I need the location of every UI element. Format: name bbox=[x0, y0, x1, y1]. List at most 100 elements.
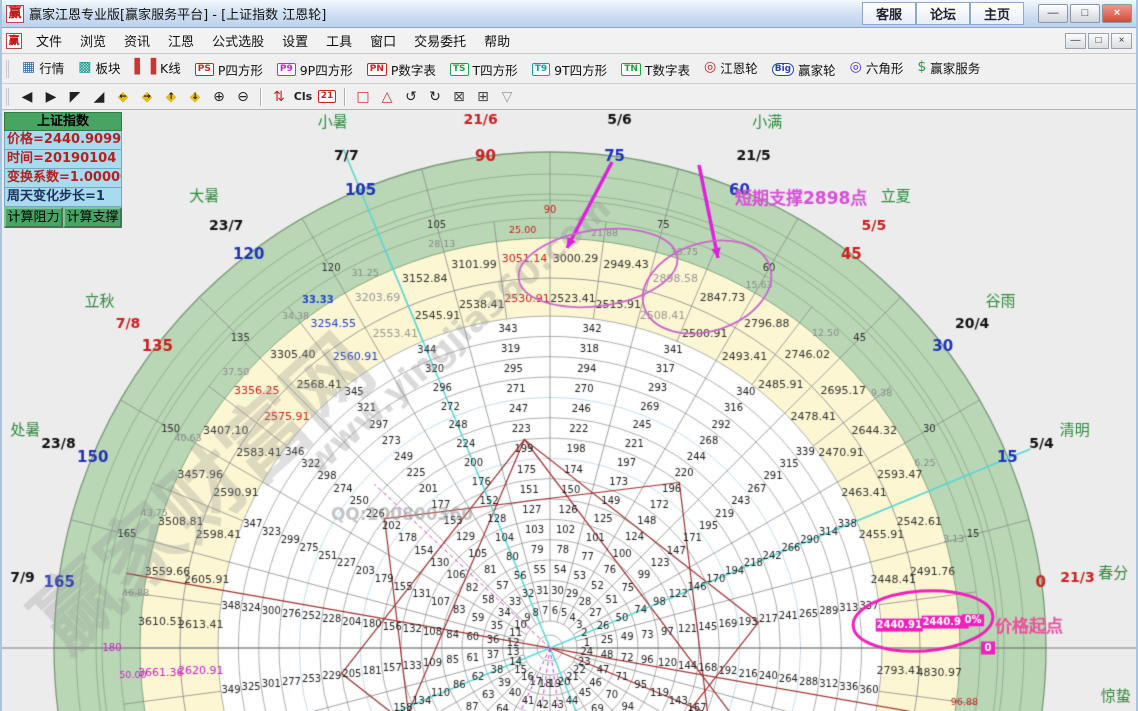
menu-item[interactable]: 浏览 bbox=[71, 32, 115, 53]
t-table-icon: TN bbox=[621, 63, 641, 76]
menu-item[interactable]: 文件 bbox=[27, 32, 71, 53]
9p-square-icon: P9 bbox=[277, 63, 296, 76]
toolbar-separator bbox=[344, 88, 346, 106]
9t-square-icon: T9 bbox=[532, 63, 550, 76]
p-square-button[interactable]: PS P四方形 bbox=[188, 57, 270, 82]
quotes-icon: ▦ bbox=[22, 60, 35, 74]
mdi-close-button[interactable]: × bbox=[1111, 33, 1132, 49]
mdi-minimize-button[interactable]: — bbox=[1065, 33, 1086, 49]
toolbar-label: T数字表 bbox=[645, 60, 690, 79]
rotate-cw-button[interactable]: ↻ bbox=[423, 86, 447, 107]
menu-item[interactable]: 资讯 bbox=[115, 32, 159, 53]
cls-button[interactable]: Cls bbox=[291, 86, 315, 107]
menu-item[interactable]: 工具 bbox=[317, 32, 361, 53]
menu-item[interactable]: 窗口 bbox=[361, 32, 405, 53]
draw-triangle-icon: △ bbox=[382, 90, 393, 104]
toolbar-label: T四方形 bbox=[473, 60, 518, 79]
t-square-icon: TS bbox=[450, 63, 469, 76]
gann-wheel-canvas[interactable] bbox=[2, 110, 1138, 711]
toolbar-label: P四方形 bbox=[218, 60, 263, 79]
9t-square-button[interactable]: T99T四方形 bbox=[525, 57, 615, 82]
toolbar-label: P数字表 bbox=[391, 60, 436, 79]
arrow-glyph: ↑ bbox=[167, 91, 175, 101]
gann-wheel-button[interactable]: ◎ 江恩轮 bbox=[697, 55, 765, 80]
menu-item[interactable]: 交易委托 bbox=[405, 32, 475, 53]
winner-wheel-button[interactable]: Big 赢家轮 bbox=[765, 57, 843, 82]
t-square-button[interactable]: TS T四方形 bbox=[443, 57, 525, 82]
panel-value-row: 变换系数=1.000000 bbox=[4, 169, 122, 188]
quick-button[interactable]: 客服 bbox=[862, 2, 916, 25]
axis-flip-icon: ⇅ bbox=[273, 90, 285, 104]
fit-grid-button[interactable]: ⊞ bbox=[471, 86, 495, 107]
drawing-toolbar: ◀ ▶ ◤ ◢◆←◆→◆↑◆↓ ⊕ ⊖ ⇅ Cls21 □ △ ↺↻⊠ ⊞ ▽ bbox=[2, 84, 1136, 110]
pan-left-button[interactable]: ◆← bbox=[111, 86, 135, 107]
arrow-glyph: ↓ bbox=[191, 91, 199, 101]
calc-resistance-button[interactable]: 计算阻力 bbox=[4, 207, 63, 228]
sectors-button[interactable]: ▩ 板块 bbox=[71, 55, 127, 80]
menu-item[interactable]: 江恩 bbox=[159, 32, 203, 53]
calc-support-button[interactable]: 计算支撑 bbox=[63, 207, 122, 228]
toolbar-label: 行情 bbox=[39, 58, 64, 77]
draw-triangle-button[interactable]: △ bbox=[375, 86, 399, 107]
rotate-ccw-button[interactable]: ↺ bbox=[399, 86, 423, 107]
p-table-button[interactable]: PN P数字表 bbox=[360, 57, 443, 82]
draw-square-button[interactable]: □ bbox=[351, 86, 375, 107]
grid-x-button[interactable]: ⊠ bbox=[447, 86, 471, 107]
pointer-up-icon: ◤ bbox=[70, 90, 81, 104]
quick-button[interactable]: 主页 bbox=[970, 2, 1024, 25]
prev-icon: ◀ bbox=[22, 90, 33, 104]
chart-area: 上证指数 价格=2440.9099时间=20190104变换系数=1.00000… bbox=[2, 110, 1138, 711]
calendar-21-icon: 21 bbox=[318, 90, 337, 103]
zoom-in-icon: ⊕ bbox=[213, 90, 225, 104]
quick-button[interactable]: 论坛 bbox=[916, 2, 970, 25]
toolbar-label: 板块 bbox=[95, 58, 120, 77]
toolbar-separator bbox=[260, 88, 262, 106]
p-table-icon: PN bbox=[367, 63, 387, 76]
pan-up-button[interactable]: ◆↑ bbox=[159, 86, 183, 107]
menu-item[interactable]: 设置 bbox=[273, 32, 317, 53]
toolbar-label: 赢家服务 bbox=[930, 58, 980, 77]
toolbar-handle bbox=[6, 88, 11, 106]
fit-grid-icon: ⊞ bbox=[477, 90, 489, 104]
axis-flip-button[interactable]: ⇅ bbox=[267, 86, 291, 107]
next-button[interactable]: ▶ bbox=[39, 86, 63, 107]
quick-buttons: 客服论坛主页 bbox=[862, 2, 1024, 25]
menu-item[interactable]: 帮助 bbox=[475, 32, 519, 53]
quotes-button[interactable]: ▦ 行情 bbox=[15, 55, 71, 80]
indicator-panel: 上证指数 价格=2440.9099时间=20190104变换系数=1.00000… bbox=[4, 112, 122, 228]
prev-button[interactable]: ◀ bbox=[15, 86, 39, 107]
menu-item[interactable]: 公式选股 bbox=[203, 32, 273, 53]
maximize-button[interactable]: □ bbox=[1070, 4, 1100, 23]
toolbar-label: 赢家轮 bbox=[798, 60, 836, 79]
kline-button[interactable]: ▌▐K线 bbox=[128, 55, 188, 80]
minimize-button[interactable]: — bbox=[1038, 4, 1068, 23]
panel-value-row: 时间=20190104 bbox=[4, 150, 122, 169]
mdi-restore-button[interactable]: □ bbox=[1088, 33, 1109, 49]
gann-wheel-icon: ◎ bbox=[704, 60, 716, 74]
winner-service-button[interactable]: $赢家服务 bbox=[910, 55, 987, 80]
pan-right-button[interactable]: ◆→ bbox=[135, 86, 159, 107]
calendar-21-button[interactable]: 21 bbox=[315, 86, 339, 107]
pointer-up-button[interactable]: ◤ bbox=[63, 86, 87, 107]
toolbar-label: 江恩轮 bbox=[720, 58, 758, 77]
window-title: 赢家江恩专业版[赢家服务平台] - [上证指数 江恩轮] bbox=[29, 4, 326, 23]
sectors-icon: ▩ bbox=[78, 60, 91, 74]
app-logo-icon: 赢 bbox=[6, 5, 24, 23]
9p-square-button[interactable]: P99P四方形 bbox=[270, 57, 360, 82]
p-square-icon: PS bbox=[195, 63, 214, 76]
winner-wheel-icon: Big bbox=[772, 63, 794, 76]
close-button[interactable]: × bbox=[1102, 4, 1132, 23]
clear-button[interactable]: ▽ bbox=[495, 86, 519, 107]
pan-down-button[interactable]: ◆↓ bbox=[183, 86, 207, 107]
zoom-out-icon: ⊖ bbox=[237, 90, 249, 104]
symbol-title: 上证指数 bbox=[4, 112, 122, 131]
pointer-down-button[interactable]: ◢ bbox=[87, 86, 111, 107]
hexagon-button[interactable]: ◎六角形 bbox=[843, 55, 911, 80]
app-menu-icon[interactable]: 赢 bbox=[6, 33, 22, 49]
zoom-in-button[interactable]: ⊕ bbox=[207, 86, 231, 107]
panel-value-row: 价格=2440.9099 bbox=[4, 131, 122, 150]
toolbar-label: 六角形 bbox=[866, 58, 904, 77]
draw-square-icon: □ bbox=[356, 90, 369, 104]
t-table-button[interactable]: TN T数字表 bbox=[614, 57, 697, 82]
zoom-out-button[interactable]: ⊖ bbox=[231, 86, 255, 107]
